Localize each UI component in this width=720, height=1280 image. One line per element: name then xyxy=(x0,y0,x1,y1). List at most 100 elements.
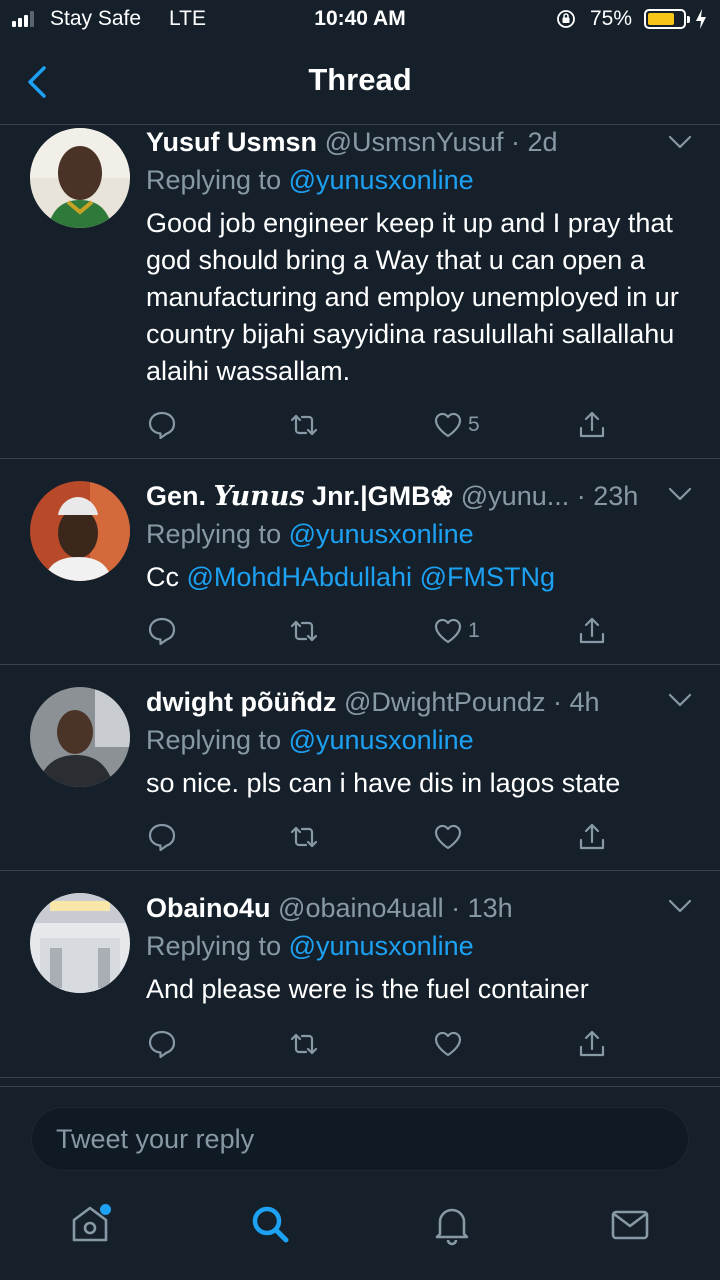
like-button[interactable] xyxy=(432,1024,468,1064)
reply-button[interactable] xyxy=(146,817,178,857)
mention-link[interactable]: @yunusxonline xyxy=(289,165,474,195)
retweet-icon xyxy=(288,821,320,853)
tweet-header: dwight põüñdz @DwightPoundz · 4h xyxy=(146,685,700,719)
charging-icon xyxy=(696,9,706,29)
retweet-button[interactable] xyxy=(288,1024,320,1064)
replying-to-label: Replying to xyxy=(146,725,282,755)
mention-link[interactable]: @yunusxonline xyxy=(289,519,474,549)
mention-link[interactable]: @MohdHAbdullahi xyxy=(187,562,413,592)
share-button[interactable] xyxy=(576,817,608,857)
author-name[interactable]: Obaino4u xyxy=(146,893,271,923)
author-handle[interactable]: @DwightPoundz xyxy=(344,687,546,717)
reply-button[interactable] xyxy=(146,611,178,651)
author-name[interactable]: Yusuf Usmsn xyxy=(146,127,317,157)
author-name[interactable]: Gen. Yunus Jnr.|GMB❀ xyxy=(146,481,454,512)
chevron-down-icon[interactable] xyxy=(668,693,692,707)
search-icon xyxy=(252,1206,289,1243)
replying-to-label: Replying to xyxy=(146,931,282,961)
replying-to: Replying to @yunusxonline xyxy=(146,517,700,551)
composer-divider xyxy=(0,1086,720,1087)
reply-button[interactable] xyxy=(146,405,178,445)
avatar[interactable] xyxy=(30,128,130,228)
heart-icon xyxy=(432,409,464,441)
battery-icon xyxy=(644,9,690,29)
tweet[interactable]: Yusuf Usmsn @UsmsnYusuf · 2d Replying to… xyxy=(0,125,720,459)
tweet[interactable]: dwight põüñdz @DwightPoundz · 4h Replyin… xyxy=(0,665,720,871)
author-handle[interactable]: @yunu... xyxy=(461,481,569,511)
share-icon xyxy=(576,615,608,647)
tweet-text: Cc @MohdHAbdullahi @FMSTNg xyxy=(146,559,700,596)
like-button[interactable] xyxy=(432,817,468,857)
tweet-time: 23h xyxy=(593,481,639,511)
reply-icon xyxy=(146,409,178,441)
battery-level xyxy=(648,13,674,25)
tweet-header: Obaino4u @obaino4uall · 13h xyxy=(146,891,700,925)
chevron-down-icon[interactable] xyxy=(668,899,692,913)
retweet-button[interactable] xyxy=(288,611,320,651)
like-button[interactable]: 5 xyxy=(432,405,480,445)
replying-to-label: Replying to xyxy=(146,519,282,549)
like-button[interactable]: 1 xyxy=(432,611,480,651)
share-icon xyxy=(576,1028,608,1060)
replying-to-label: Replying to xyxy=(146,165,282,195)
bell-icon xyxy=(435,1208,469,1246)
reply-button[interactable] xyxy=(146,1024,178,1064)
tweet-actions: 1 xyxy=(146,611,626,651)
nav-header: Thread xyxy=(0,40,720,125)
tab-messages[interactable] xyxy=(608,1202,652,1246)
page-title: Thread xyxy=(308,62,412,97)
like-count: 5 xyxy=(468,413,480,436)
author-handle[interactable]: @obaino4uall xyxy=(278,893,444,923)
tab-notifications[interactable] xyxy=(430,1202,474,1246)
retweet-icon xyxy=(288,1028,320,1060)
status-bar: Stay Safe LTE 10:40 AM 75% xyxy=(0,0,720,40)
mention-link[interactable]: @yunusxonline xyxy=(289,931,474,961)
tweet[interactable]: Obaino4u @obaino4uall · 13h Replying to … xyxy=(0,871,720,1078)
share-icon xyxy=(576,821,608,853)
tab-search[interactable] xyxy=(248,1202,292,1246)
avatar[interactable] xyxy=(30,893,130,993)
tweet-time: 13h xyxy=(467,893,513,923)
chevron-down-icon[interactable] xyxy=(668,135,692,149)
retweet-icon xyxy=(288,409,320,441)
avatar[interactable] xyxy=(30,481,130,581)
tweet-header: Gen. Yunus Jnr.|GMB❀ @yunu... · 23h xyxy=(146,479,640,513)
retweet-button[interactable] xyxy=(288,817,320,857)
tweet-sep: · xyxy=(503,127,528,157)
reply-icon xyxy=(146,821,178,853)
rotation-lock-icon xyxy=(557,10,575,28)
text-prefix: Cc xyxy=(146,562,187,592)
heart-icon xyxy=(432,821,464,853)
share-button[interactable] xyxy=(576,1024,608,1064)
mention-link[interactable]: @FMSTNg xyxy=(420,562,555,592)
share-button[interactable] xyxy=(576,611,608,651)
chevron-down-icon[interactable] xyxy=(668,487,692,501)
author-handle[interactable]: @UsmsnYusuf xyxy=(325,127,504,157)
home-notification-dot xyxy=(100,1204,111,1215)
replying-to: Replying to @yunusxonline xyxy=(146,163,700,197)
tweet-text: And please were is the fuel container xyxy=(146,974,589,1004)
tweet-actions: 5 xyxy=(146,405,626,445)
tweet-header: Yusuf Usmsn @UsmsnYusuf · 2d xyxy=(146,125,700,159)
share-button[interactable] xyxy=(576,405,608,445)
replying-to: Replying to @yunusxonline xyxy=(146,723,700,757)
heart-icon xyxy=(432,615,464,647)
tweet-text: so nice. pls can i have dis in lagos sta… xyxy=(146,768,621,798)
retweet-button[interactable] xyxy=(288,405,320,445)
tweet[interactable]: Gen. Yunus Jnr.|GMB❀ @yunu... · 23h Repl… xyxy=(0,459,720,665)
like-count: 1 xyxy=(468,619,480,642)
mention-link[interactable]: @yunusxonline xyxy=(289,725,474,755)
tweet-time: 4h xyxy=(569,687,600,717)
tweet-sep: · xyxy=(545,687,570,717)
replying-to: Replying to @yunusxonline xyxy=(146,929,700,963)
avatar[interactable] xyxy=(30,687,130,787)
author-name-suffix: Jnr.|GMB❀ xyxy=(304,481,454,511)
reply-input[interactable]: Tweet your reply xyxy=(31,1107,689,1171)
tweet-sep: · xyxy=(443,893,468,923)
author-name-prefix: Gen. xyxy=(146,481,214,511)
tab-bar xyxy=(0,1190,720,1280)
tweet-actions xyxy=(146,1024,626,1064)
reply-icon xyxy=(146,1028,178,1060)
author-name[interactable]: dwight põüñdz xyxy=(146,687,336,717)
battery-percent: 75% xyxy=(590,7,633,30)
